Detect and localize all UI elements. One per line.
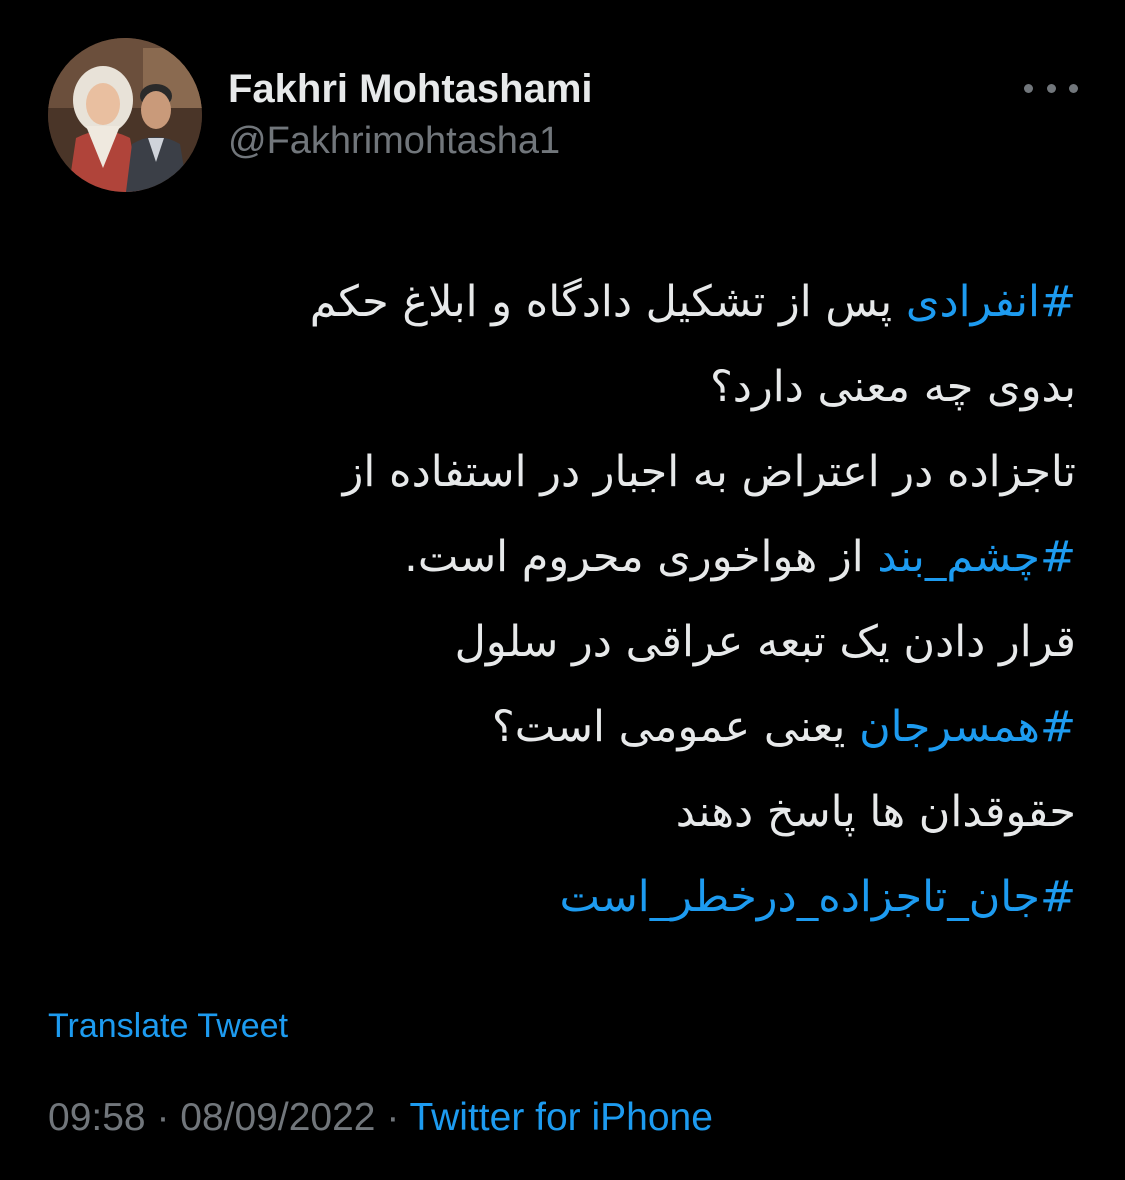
- more-horizontal-icon: [1046, 83, 1056, 93]
- more-horizontal-icon: [1024, 83, 1033, 93]
- author-names: Fakhri Mohtashami @Fakhrimohtasha1: [228, 66, 593, 164]
- tweet-line: #همسرجان یعنی عمومی است؟: [48, 685, 1076, 770]
- author-handle[interactable]: @Fakhrimohtasha1: [228, 118, 593, 164]
- tweet-line-text: بدوی چه معنی دارد؟: [709, 362, 1076, 412]
- tweet-text: #انفرادی پس از تشکیل دادگاه و ابلاغ حکم …: [48, 260, 1076, 940]
- tweet-line-text: تاجزاده در اعتراض به اجبار در استفاده از: [342, 447, 1076, 497]
- tweet-line: بدوی چه معنی دارد؟: [48, 345, 1076, 430]
- tweet-line-text: از هواخوری محروم است.: [404, 532, 878, 582]
- tweet-metadata: 09:58 · 08/09/2022 · Twitter for iPhone: [48, 1092, 713, 1144]
- tweet-line-text: قرار دادن یک تبعه عراقی در سلول: [454, 617, 1076, 667]
- profile-photo-icon: [48, 38, 202, 192]
- translate-tweet-link[interactable]: Translate Tweet: [48, 1004, 288, 1048]
- tweet-line: #جان_تاجزاده_درخطر_است: [48, 855, 1076, 940]
- meta-separator: ·: [145, 1096, 181, 1139]
- hashtag-link[interactable]: #انفرادی: [906, 277, 1076, 327]
- tweet-line: #انفرادی پس از تشکیل دادگاه و ابلاغ حکم: [48, 260, 1076, 345]
- tweet-line: تاجزاده در اعتراض به اجبار در استفاده از: [48, 430, 1076, 515]
- tweet-line: #چشم_بند از هواخوری محروم است.: [48, 515, 1076, 600]
- author-display-name[interactable]: Fakhri Mohtashami: [228, 66, 593, 112]
- hashtag-link[interactable]: #چشم_بند: [877, 532, 1076, 582]
- tweet-time[interactable]: 09:58: [48, 1096, 146, 1139]
- hashtag-link[interactable]: #همسرجان: [859, 702, 1076, 752]
- tweet-line: حقوقدان ها پاسخ دهند: [48, 770, 1076, 855]
- more-horizontal-icon: [1069, 83, 1078, 93]
- tweet-line-text: پس از تشکیل دادگاه و ابلاغ حکم: [309, 277, 906, 327]
- tweet-line-text: یعنی عمومی است؟: [491, 702, 860, 752]
- meta-separator: ·: [375, 1096, 410, 1139]
- avatar[interactable]: [48, 38, 202, 192]
- tweet-source-link[interactable]: Twitter for iPhone: [409, 1096, 712, 1139]
- tweet-date[interactable]: 08/09/2022: [180, 1096, 375, 1139]
- tweet-header: Fakhri Mohtashami @Fakhrimohtasha1: [48, 38, 1078, 194]
- tweet-line: قرار دادن یک تبعه عراقی در سلول: [48, 600, 1076, 685]
- tweet-line-text: حقوقدان ها پاسخ دهند: [675, 787, 1076, 837]
- hashtag-link[interactable]: #جان_تاجزاده_درخطر_است: [560, 872, 1076, 922]
- more-options-button[interactable]: [1024, 74, 1078, 102]
